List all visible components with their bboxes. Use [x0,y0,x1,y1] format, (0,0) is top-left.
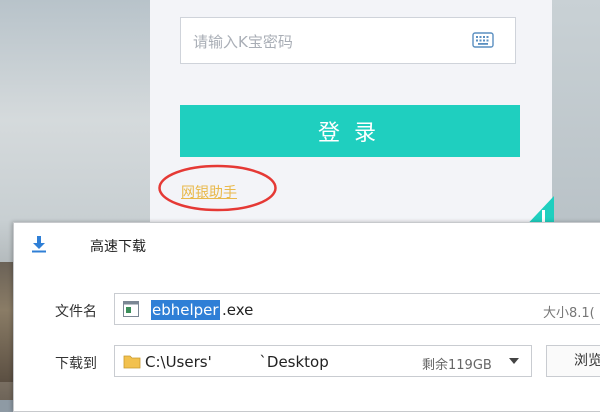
password-field[interactable] [180,17,516,65]
folder-icon [123,355,141,369]
filename-label: 文件名 [55,304,97,320]
background-right [552,0,600,230]
password-input[interactable] [191,18,465,65]
keyboard-icon[interactable] [472,31,494,49]
exe-file-icon [123,301,139,317]
browse-button[interactable]: 浏览 [546,345,600,377]
dialog-title: 高速下载 [90,239,146,255]
login-button[interactable]: 登录 [180,105,520,157]
file-size-text: 大小8.1( [543,306,595,321]
filename-field[interactable]: ebhelper .exe 大小8.1( [114,293,600,325]
save-to-label: 下载到 [55,356,97,372]
download-dialog: 高速下载 文件名 ebhelper .exe 大小8.1( 下载到 C:\Use… [13,222,600,412]
save-path-field[interactable]: C:\Users' `Desktop 剩余119GB [114,345,532,377]
chevron-down-icon[interactable] [509,358,519,364]
filename-extension[interactable]: .exe [222,300,253,320]
red-annotation-ellipse [158,164,277,212]
download-arrow-icon [32,236,46,253]
filename-selected-text[interactable]: ebhelper [151,300,220,320]
save-path-text[interactable]: C:\Users' `Desktop [145,352,329,372]
free-space-text: 剩余119GB [422,358,492,373]
